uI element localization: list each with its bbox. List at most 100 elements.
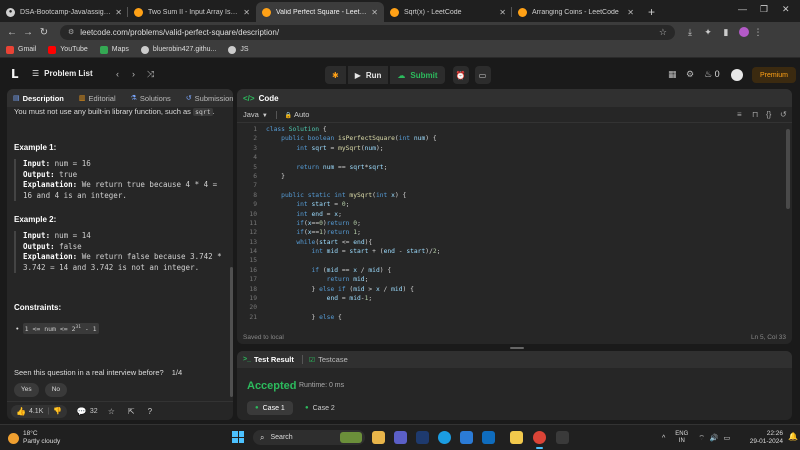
code-view-icon[interactable]: {} [766, 110, 771, 119]
battery-icon[interactable]: ▭ [724, 434, 731, 442]
case-2-button[interactable]: ● Case 2 [297, 401, 343, 415]
office-icon[interactable] [416, 431, 429, 444]
language-select[interactable]: Java ▼ [243, 110, 268, 119]
wifi-icon[interactable]: ⌔ [698, 434, 705, 443]
code-line: 4 [237, 153, 785, 162]
site-info-icon[interactable]: ⚙ [68, 28, 74, 36]
browser-tab-bar: ● DSA-Bootcamp-Java/assignme ✕ Two Sum II … [0, 0, 800, 22]
outlook-icon[interactable] [482, 431, 495, 444]
bookmark-bluerobin[interactable]: bluerobin427.githu... [140, 45, 216, 54]
panel-resize-handle[interactable] [510, 347, 524, 349]
menu-icon[interactable]: ⋮ [749, 27, 767, 38]
auto-mode[interactable]: 🔒 Auto [285, 110, 310, 119]
chevron-up-icon[interactable]: ^ [662, 435, 665, 442]
restore-icon[interactable]: ❐ [760, 4, 768, 15]
play-icon: ▶ [354, 70, 361, 80]
close-icon[interactable]: ✕ [371, 8, 378, 17]
chevron-right-icon[interactable]: › [132, 69, 135, 79]
browser-tab-1[interactable]: ● DSA-Bootcamp-Java/assignme ✕ [0, 2, 128, 22]
teams-icon[interactable] [394, 431, 407, 444]
comments-button[interactable]: 💬 32 [77, 407, 98, 416]
bookmark-star-icon[interactable]: ☆ [659, 27, 667, 38]
url-bar[interactable]: ⚙ leetcode.com/problems/valid-perfect-sq… [60, 24, 675, 40]
tab-editorial[interactable]: ▥ Editorial [79, 94, 116, 103]
run-button[interactable]: ▶ Run [347, 66, 389, 84]
help-button[interactable]: ? [148, 407, 155, 416]
code-scrollbar[interactable] [786, 129, 790, 209]
bookmarks-bar: Gmail YouTube Maps bluerobin427.githu...… [0, 42, 800, 58]
tab-description[interactable]: ▤ Description [13, 94, 64, 103]
bookmark-js[interactable]: JS [228, 45, 249, 54]
start-button[interactable] [232, 431, 244, 443]
lang-line-2: IN [678, 438, 685, 444]
tab-test-result[interactable]: >_ Test Result [243, 355, 294, 364]
premium-button[interactable]: Premium [752, 67, 796, 83]
code-editor[interactable]: 1 class Solution {2 public boolean isPerf… [237, 125, 785, 330]
taskview-icon[interactable] [372, 431, 385, 444]
store-icon[interactable] [460, 431, 473, 444]
line-number: 1 [253, 126, 257, 133]
thumbs-down-icon[interactable]: 👎 [53, 407, 62, 415]
bookmark-youtube[interactable]: YouTube [48, 45, 88, 54]
shuffle-icon[interactable]: ⤨ [147, 69, 154, 80]
extensions-icon[interactable]: ✦ [699, 27, 717, 38]
line-number: 11 [249, 219, 257, 227]
weather-widget[interactable]: 18°C Partly cloudy [8, 430, 60, 446]
taskbar-clock[interactable]: 22:26 29-01-2024 [743, 430, 783, 446]
result-tabs: >_ Test Result ☑ Testcase [237, 351, 792, 368]
browser-tab-4[interactable]: Sqrt(x) - LeetCode ✕ [384, 2, 512, 22]
sidepanel-icon[interactable]: ▮ [717, 27, 735, 38]
browser-tab-3[interactable]: Valid Perfect Square - LeetCode ✕ [256, 2, 384, 22]
browser-tab-2[interactable]: Two Sum II - Input Array Is Sort ✕ [128, 2, 256, 22]
debug-button[interactable]: ✱ [325, 66, 346, 84]
notification-icon[interactable]: 🔔 [788, 432, 798, 441]
language-indicator[interactable]: ENG IN [675, 431, 688, 445]
format-icon[interactable]: ≡ [737, 110, 742, 119]
streak-counter[interactable]: ♨ 0 [704, 69, 720, 80]
tab-submissions[interactable]: ↺ Submissions [186, 94, 233, 103]
notes-button[interactable]: ▭ [474, 66, 491, 84]
chrome-icon[interactable] [533, 431, 546, 449]
timer-button[interactable]: ⏰ [452, 66, 469, 84]
favorite-button[interactable]: ☆ [108, 407, 118, 416]
bookmark-gmail[interactable]: Gmail [6, 45, 36, 54]
share-button[interactable]: ⇱ [128, 407, 138, 416]
close-icon[interactable]: ✕ [627, 8, 634, 17]
close-icon[interactable]: ✕ [499, 8, 506, 17]
file-explorer-icon[interactable] [510, 431, 523, 444]
settings-gear-icon[interactable]: ⚙ [686, 69, 694, 80]
submit-button[interactable]: ☁ Submit [390, 66, 445, 84]
leetcode-logo-icon[interactable]: ᒪ [11, 67, 25, 83]
taskbar-search[interactable]: ⌕ Search [253, 430, 365, 445]
browser-tab-5[interactable]: Arranging Coins - LeetCode ✕ [512, 2, 640, 22]
like-button[interactable]: 👍 4.1K | 👎 [11, 404, 67, 418]
close-window-icon[interactable]: ✕ [782, 4, 790, 15]
case-1-button[interactable]: ● Case 1 [247, 401, 293, 415]
edge-icon[interactable] [438, 431, 451, 444]
yes-button[interactable]: Yes [14, 383, 39, 398]
tab-solutions[interactable]: ⚗ Solutions [131, 94, 171, 103]
user-avatar[interactable] [731, 69, 743, 81]
reset-icon[interactable]: ↺ [780, 110, 787, 119]
terminal-app-icon[interactable] [556, 431, 569, 444]
alarm-icon: ⏰ [455, 70, 466, 80]
back-icon[interactable]: ← [4, 27, 20, 38]
close-icon[interactable]: ✕ [115, 8, 122, 17]
volume-icon[interactable]: 🔊 [710, 434, 719, 442]
new-tab-button[interactable]: + [640, 2, 663, 22]
bookmark-maps[interactable]: Maps [99, 45, 129, 54]
minimize-icon[interactable]: — [738, 4, 747, 14]
forward-icon[interactable]: → [20, 27, 36, 38]
description-scrollbar[interactable] [230, 267, 233, 397]
no-button[interactable]: No [44, 383, 68, 398]
chevron-left-icon[interactable]: ‹ [116, 69, 119, 79]
profile-avatar[interactable] [739, 27, 749, 37]
close-icon[interactable]: ✕ [243, 8, 250, 17]
download-icon[interactable]: ⤓ [681, 27, 699, 38]
layout-icon[interactable]: ▦ [668, 69, 677, 80]
input-label: Input: [23, 159, 51, 168]
problem-list-button[interactable]: ☰ Problem List [32, 69, 93, 78]
bookmark-icon[interactable]: ⊓ [752, 110, 758, 119]
tab-testcase[interactable]: ☑ Testcase [309, 355, 348, 364]
reload-icon[interactable]: ↻ [36, 27, 52, 38]
